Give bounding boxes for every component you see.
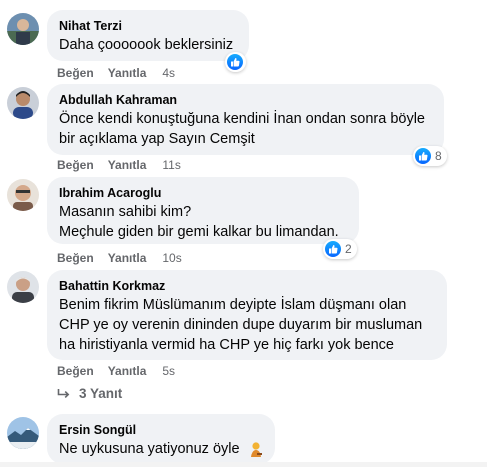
like-button[interactable]: Beğen <box>57 65 94 81</box>
comment-timestamp[interactable]: 11s <box>162 157 180 173</box>
avatar[interactable] <box>7 271 39 303</box>
comment-author[interactable]: Nihat Terzi <box>59 18 237 34</box>
comment-timestamp[interactable]: 10s <box>162 250 181 266</box>
like-icon <box>227 54 243 70</box>
reply-button[interactable]: Yanıtla <box>108 250 147 266</box>
comment-text-line: Meçhule giden bir gemi kalkar bu limanda… <box>59 224 339 240</box>
comment-text-line: Önce kendi konuştuğuna kendini İnan onda… <box>59 111 425 127</box>
avatar[interactable] <box>7 179 39 211</box>
comment-actions: Beğen Yanıtla 4s <box>57 65 175 81</box>
divider <box>0 462 487 467</box>
person-emoji-icon <box>248 441 264 457</box>
comment-text-line: Masanın sahibi kim? <box>59 204 192 220</box>
comment-text: Ne uykusuna yatiyonuz öyle <box>59 441 240 457</box>
reaction-count: 8 <box>435 149 442 163</box>
avatar[interactable] <box>7 417 39 449</box>
comment-author[interactable]: Ersin Songül <box>59 422 263 438</box>
comment-author[interactable]: Ibrahim Acaroglu <box>59 185 347 201</box>
comment-text-line: ha hiristiyanla vermid ha CHP ye hiç far… <box>59 337 394 353</box>
avatar[interactable] <box>7 13 39 45</box>
comment-timestamp[interactable]: 4s <box>162 65 175 81</box>
like-icon <box>415 148 431 164</box>
reaction-summary[interactable]: 2 <box>323 239 357 259</box>
comment-actions: Beğen Yanıtla 5s <box>57 363 175 379</box>
like-button[interactable]: Beğen <box>57 157 94 173</box>
comment-bubble: Nihat Terzi Daha çooooook beklersiniz <box>47 10 249 61</box>
comment-text: Daha çooooook beklersiniz <box>59 37 234 53</box>
replies-count: 3 Yanıt <box>79 386 123 401</box>
reply-button[interactable]: Yanıtla <box>108 157 147 173</box>
comment-author[interactable]: Abdullah Kahraman <box>59 92 432 108</box>
reply-button[interactable]: Yanıtla <box>108 363 147 379</box>
comment-text-line: bir açıklama yap Sayın Cemşit <box>59 131 255 147</box>
view-replies-button[interactable]: 3 Yanıt <box>57 386 122 401</box>
reaction-count: 2 <box>345 242 352 256</box>
reaction-summary[interactable]: 8 <box>413 146 447 166</box>
avatar[interactable] <box>7 87 39 119</box>
comment-actions: Beğen Yanıtla 11s <box>57 157 181 173</box>
comment-bubble: Ibrahim Acaroglu Masanın sahibi kim? Meç… <box>47 177 359 244</box>
reply-button[interactable]: Yanıtla <box>108 65 147 81</box>
comment-bubble: Ersin Songül Ne uykusuna yatiyonuz öyle <box>47 414 275 464</box>
comment-actions: Beğen Yanıtla 10s <box>57 250 182 266</box>
like-button[interactable]: Beğen <box>57 250 94 266</box>
like-button[interactable]: Beğen <box>57 363 94 379</box>
reaction-summary[interactable] <box>225 52 246 72</box>
like-icon <box>325 241 341 257</box>
comment-timestamp[interactable]: 5s <box>162 363 175 379</box>
comment-text-line: CHP ye oy verenin dininden dupe duyarım … <box>59 317 423 333</box>
reply-arrow-icon <box>57 388 70 398</box>
comment-author[interactable]: Bahattin Korkmaz <box>59 278 435 294</box>
comment-text-line: Benim fikrim Müslümanım deyipte İslam dü… <box>59 297 407 313</box>
comment-bubble: Bahattin Korkmaz Benim fikrim Müslümanım… <box>47 270 447 360</box>
comment-bubble: Abdullah Kahraman Önce kendi konuştuğuna… <box>47 84 444 155</box>
